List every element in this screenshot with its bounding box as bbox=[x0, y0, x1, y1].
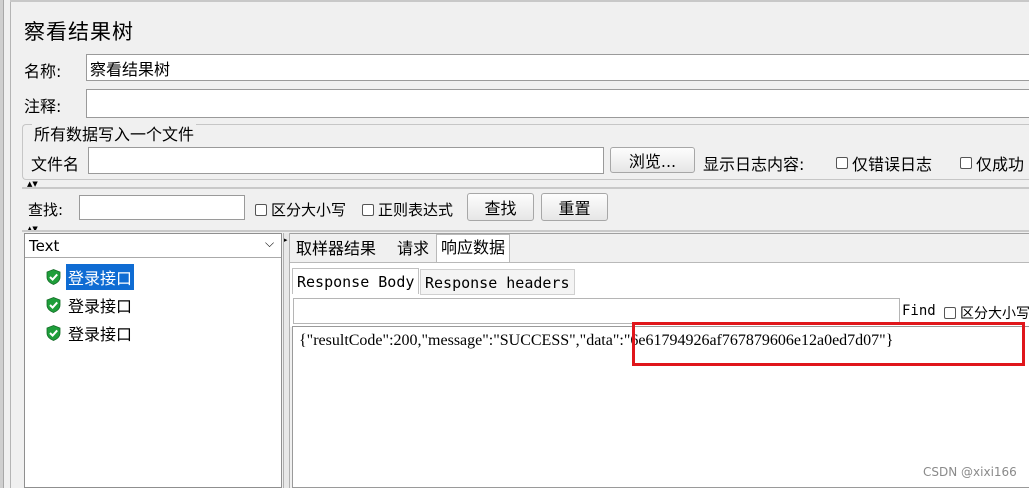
regex-label: 正则表达式 bbox=[378, 201, 454, 219]
case-sensitive-label: 区分大小写 bbox=[271, 201, 347, 219]
success-shield-icon bbox=[46, 325, 61, 341]
response-case-checkbox-box[interactable] bbox=[944, 307, 956, 319]
window-top-border bbox=[10, 0, 1029, 2]
case-sensitive-checkbox[interactable]: 区分大小写 bbox=[255, 199, 346, 220]
success-shield-icon bbox=[46, 297, 61, 313]
tab-request[interactable]: 请求 bbox=[393, 236, 433, 262]
regex-checkbox-box[interactable] bbox=[362, 203, 374, 216]
highlight-annotation-box bbox=[632, 322, 1025, 366]
regex-checkbox[interactable]: 正则表达式 bbox=[362, 199, 453, 220]
response-case-label: 区分大小写 bbox=[960, 306, 1029, 322]
window-inner-border bbox=[10, 0, 11, 488]
response-find-input[interactable] bbox=[293, 298, 900, 324]
tree-item-1[interactable]: 登录接口 bbox=[46, 264, 135, 290]
tree-item-label: 登录接口 bbox=[68, 297, 133, 316]
page-title: 察看结果树 bbox=[24, 20, 134, 44]
response-case-checkbox[interactable]: 区分大小写 bbox=[944, 303, 1029, 323]
tree-item-2[interactable]: 登录接口 bbox=[46, 292, 134, 318]
case-sensitive-checkbox-box[interactable] bbox=[255, 203, 267, 216]
find-button[interactable]: 查找 bbox=[467, 193, 534, 221]
errors-only-label: 仅错误日志 bbox=[852, 155, 933, 174]
errors-only-checkbox[interactable]: 仅错误日志 bbox=[836, 151, 932, 175]
file-group-title: 所有数据写入一个文件 bbox=[32, 121, 197, 145]
log-content-label: 显示日志内容: bbox=[703, 155, 805, 174]
splitter-top[interactable] bbox=[22, 187, 1029, 189]
reset-button[interactable]: 重置 bbox=[541, 193, 608, 221]
splitter-vertical[interactable]: ▸ bbox=[283, 233, 290, 488]
success-only-label: 仅成功 bbox=[976, 155, 1025, 174]
tree-item-label: 登录接口 bbox=[66, 264, 135, 290]
filename-label: 文件名 bbox=[31, 155, 80, 174]
tab-response-headers[interactable]: Response headers bbox=[420, 269, 575, 295]
renderer-select-value: Text bbox=[29, 237, 60, 255]
splitter-arrow-icon[interactable]: ▸ bbox=[284, 237, 288, 244]
tree-item-3[interactable]: 登录接口 bbox=[46, 320, 134, 346]
watermark: CSDN @xixi166 bbox=[923, 465, 1017, 479]
response-body-prefix: {"resultCode":200,"message":"SUCCESS", bbox=[299, 332, 580, 349]
errors-only-checkbox-box[interactable] bbox=[836, 157, 848, 169]
comment-field[interactable] bbox=[86, 89, 1029, 118]
search-label: 查找: bbox=[28, 201, 64, 219]
renderer-select[interactable]: Text ⌵ bbox=[25, 234, 281, 258]
tab-response-data[interactable]: 响应数据 bbox=[436, 234, 511, 262]
success-only-checkbox[interactable]: 仅成功 bbox=[960, 151, 1024, 175]
browse-button[interactable]: 浏览... bbox=[610, 147, 695, 173]
splitter-middle[interactable] bbox=[22, 230, 1029, 232]
chevron-down-icon[interactable]: ⌵ bbox=[265, 236, 274, 251]
comment-label: 注释: bbox=[24, 97, 62, 116]
tab-sampler-result[interactable]: 取样器结果 bbox=[292, 236, 380, 262]
filename-field[interactable] bbox=[88, 147, 604, 174]
response-find-label: Find bbox=[902, 303, 936, 319]
success-shield-icon bbox=[46, 269, 61, 285]
tab-response-body[interactable]: Response Body bbox=[292, 268, 420, 294]
name-label: 名称: bbox=[24, 62, 62, 81]
name-field[interactable] bbox=[86, 54, 1029, 81]
window-left-border bbox=[0, 0, 4, 488]
search-input[interactable] bbox=[79, 195, 245, 220]
success-only-checkbox-box[interactable] bbox=[960, 157, 972, 169]
tree-item-label: 登录接口 bbox=[68, 325, 133, 344]
